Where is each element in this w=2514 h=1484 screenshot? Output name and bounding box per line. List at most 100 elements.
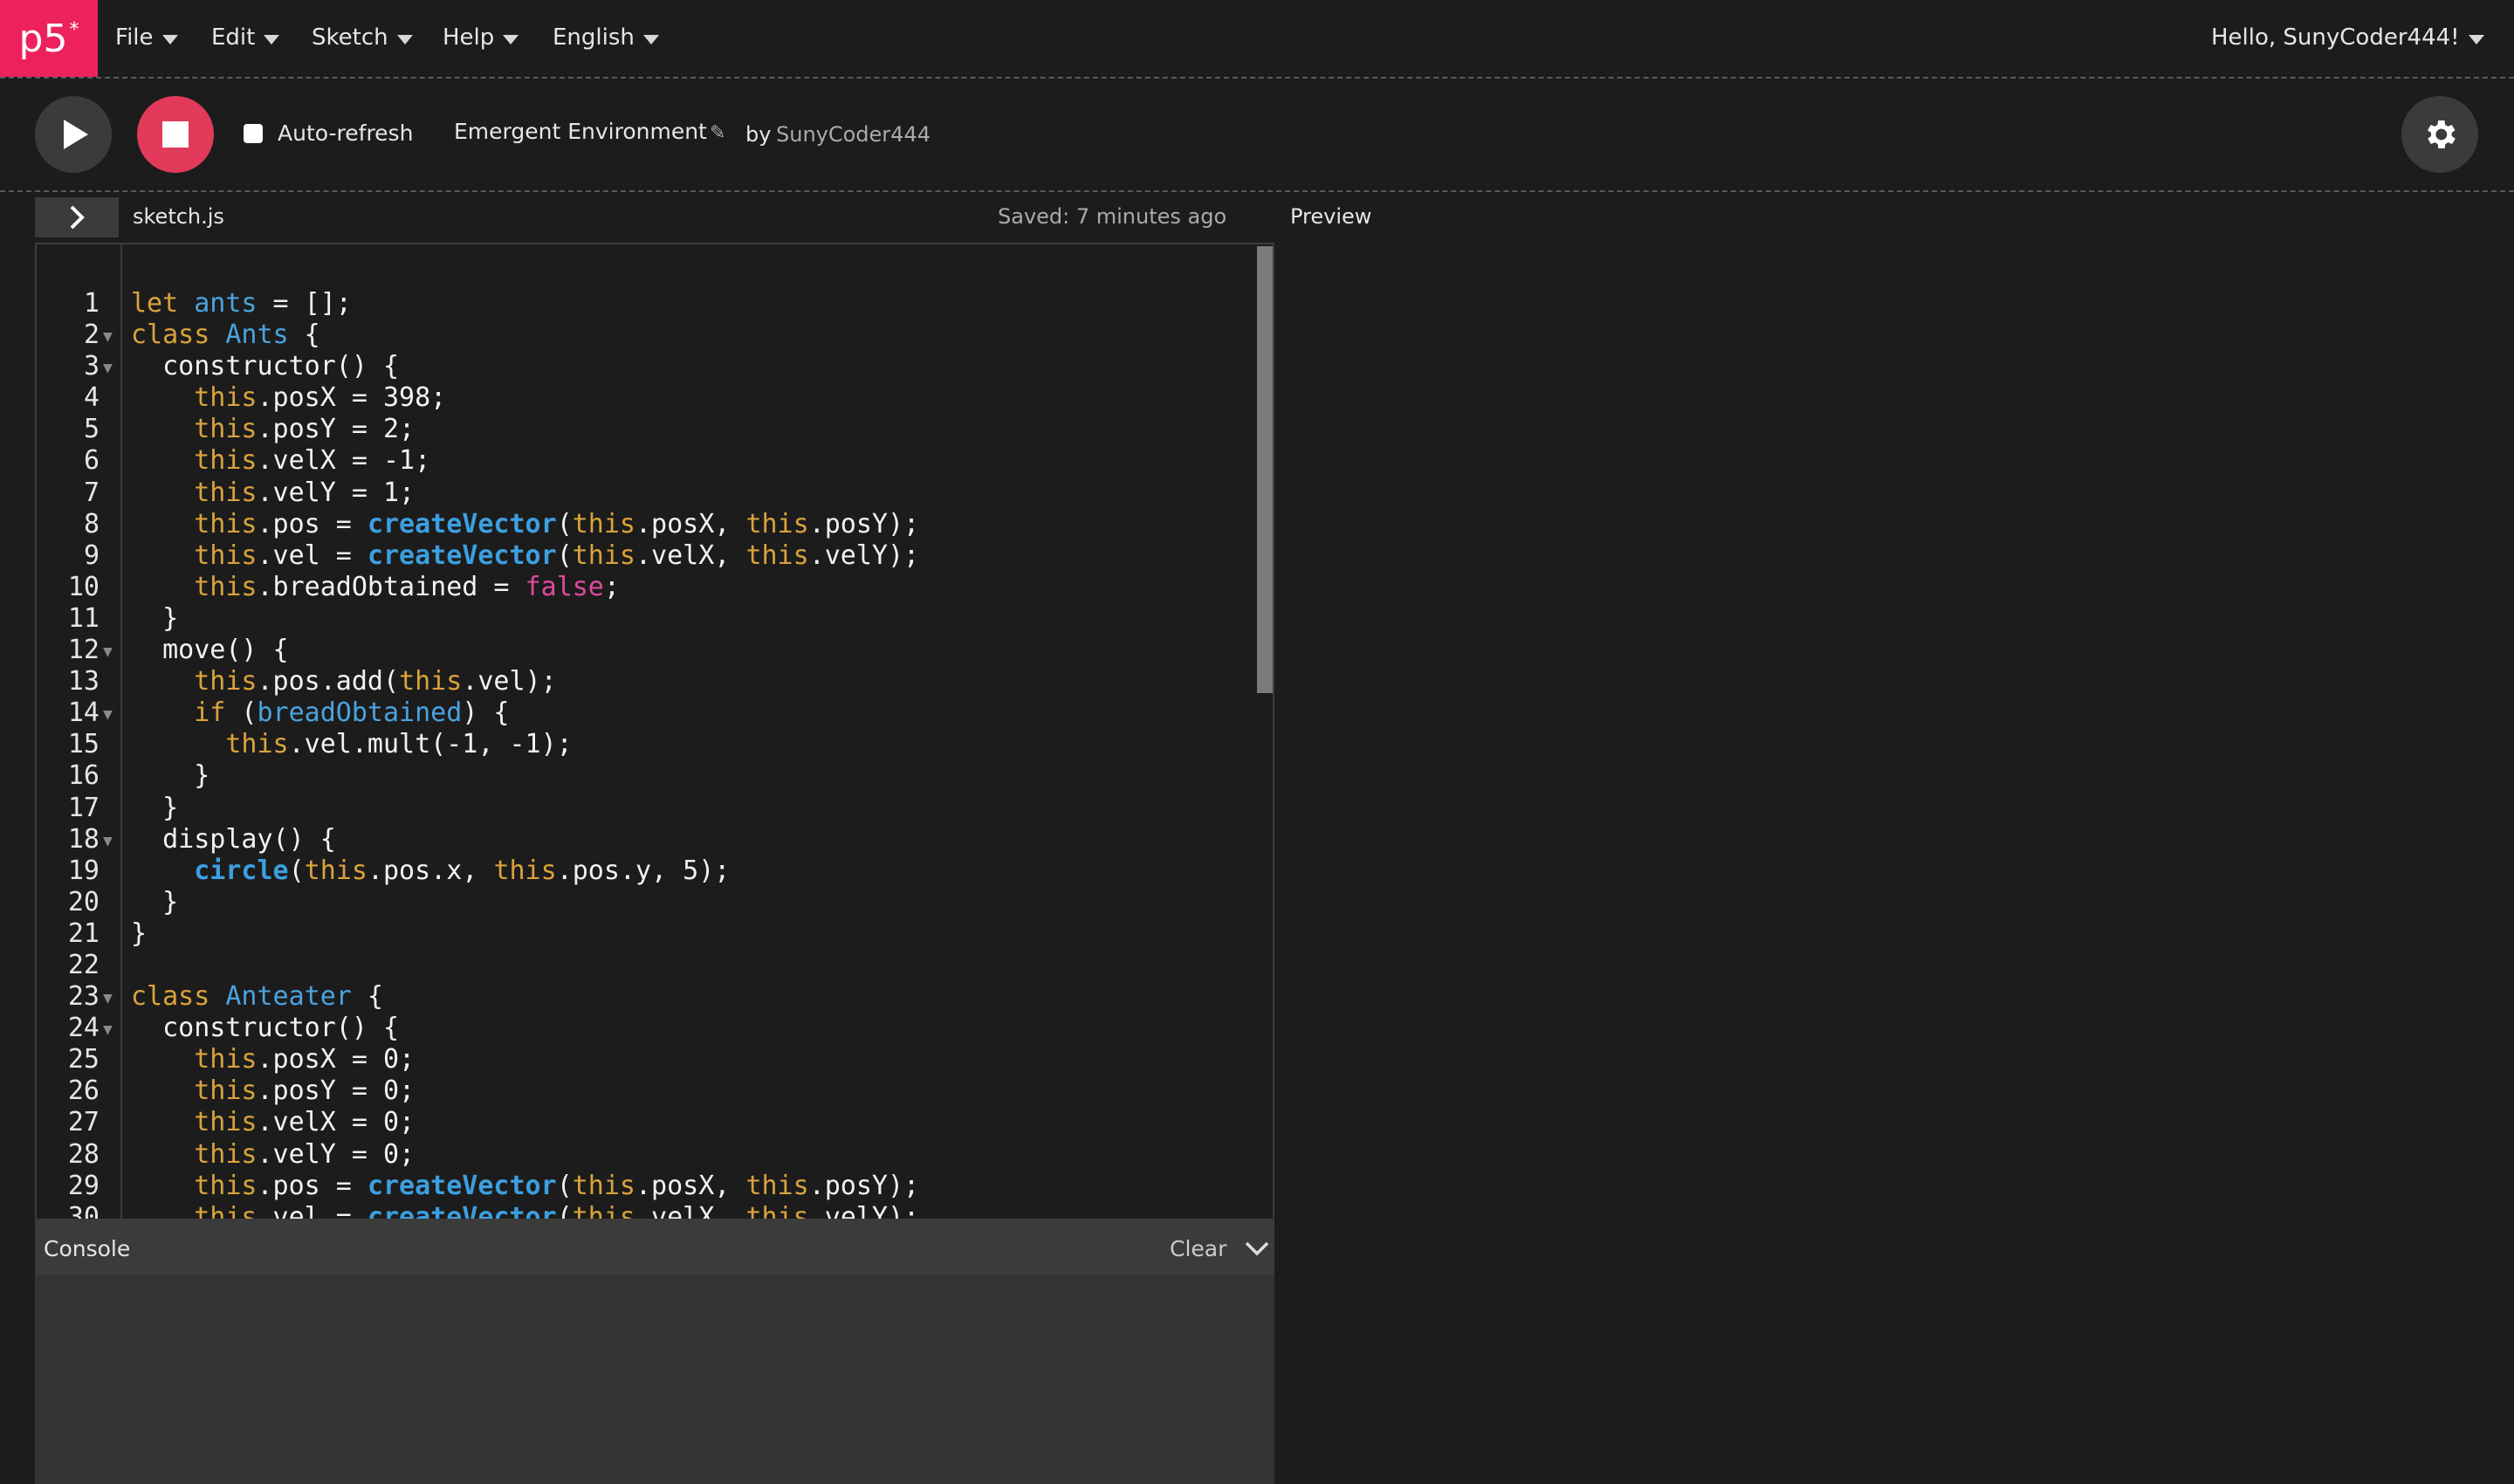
menu-file[interactable]: File bbox=[115, 24, 178, 51]
editor-scrollbar[interactable] bbox=[1257, 246, 1273, 693]
line-number: 24 bbox=[67, 1013, 100, 1044]
code-line[interactable]: 1 let ants = []; bbox=[37, 288, 1273, 319]
console-collapse-button[interactable] bbox=[1244, 1240, 1270, 1261]
code-line[interactable]: 30 this.vel = createVector(this.velX, th… bbox=[37, 1201, 1273, 1220]
menu-sketch[interactable]: Sketch bbox=[312, 24, 413, 51]
code-text: } bbox=[131, 917, 148, 949]
top-nav: p5 * File Edit Sketch Help English Hello,… bbox=[0, 0, 2514, 79]
code-line[interactable]: 9 this.vel = createVector(this.velX, thi… bbox=[37, 540, 1273, 572]
fold-arrow-icon[interactable]: ▼ bbox=[103, 983, 113, 1014]
code-line[interactable]: 6 this.velX = -1; bbox=[37, 445, 1273, 477]
menu-edit-label: Edit bbox=[211, 24, 256, 51]
code-line[interactable]: 28 this.velY = 0; bbox=[37, 1139, 1273, 1171]
code-line[interactable]: 11 } bbox=[37, 603, 1273, 635]
code-line[interactable]: 13 this.pos.add(this.vel); bbox=[37, 666, 1273, 697]
caret-down-icon bbox=[503, 34, 519, 45]
code-line[interactable]: 10 this.breadObtained = false; bbox=[37, 572, 1273, 603]
code-line[interactable]: 5 this.posY = 2; bbox=[37, 414, 1273, 445]
caret-down-icon bbox=[2468, 34, 2484, 45]
code-line[interactable]: 7 this.velY = 1; bbox=[37, 477, 1273, 509]
code-line[interactable]: 29 this.pos = createVector(this.posX, th… bbox=[37, 1171, 1273, 1202]
line-number: 5 bbox=[83, 414, 100, 445]
code-text: this.breadObtained = false; bbox=[194, 571, 620, 602]
code-line[interactable]: 14 ▼ if (breadObtained) { bbox=[37, 697, 1273, 729]
auto-refresh-label[interactable]: Auto-refresh bbox=[278, 120, 413, 146]
code-line[interactable]: 27 this.velX = 0; bbox=[37, 1107, 1273, 1138]
code-text: } bbox=[131, 602, 179, 634]
menu-help-label: Help bbox=[443, 24, 495, 51]
fold-arrow-icon[interactable]: ▼ bbox=[103, 321, 113, 353]
code-line[interactable]: 12 ▼ move() { bbox=[37, 635, 1273, 666]
code-line[interactable]: 20 } bbox=[37, 887, 1273, 918]
code-line[interactable]: 21} bbox=[37, 918, 1273, 950]
pencil-icon[interactable]: ✎ bbox=[710, 122, 725, 144]
code-line[interactable]: 16 } bbox=[37, 760, 1273, 792]
author-link[interactable]: SunyCoder444 bbox=[776, 122, 931, 147]
code-text: circle(this.pos.x, this.pos.y, 5); bbox=[194, 855, 731, 886]
caret-down-icon bbox=[642, 34, 659, 45]
code-line[interactable]: 19 circle(this.pos.x, this.pos.y, 5); bbox=[37, 855, 1273, 887]
code-text: this.posY = 0; bbox=[194, 1075, 416, 1107]
chevron-down-icon bbox=[1245, 1241, 1269, 1256]
file-tab[interactable]: sketch.js bbox=[133, 204, 224, 229]
preview-label: Preview bbox=[1290, 204, 1372, 229]
line-number: 14 bbox=[67, 697, 100, 729]
line-number: 19 bbox=[67, 855, 100, 886]
code-editor[interactable]: 1 let ants = []; 2 ▼ class Ants {3 ▼ construc… bbox=[35, 243, 1274, 1220]
play-button[interactable] bbox=[35, 96, 112, 173]
line-number: 25 bbox=[67, 1044, 100, 1075]
code-lines: 1 let ants = []; 2 ▼ class Ants {3 ▼ construc… bbox=[37, 288, 1273, 1220]
menu-language[interactable]: English bbox=[553, 24, 659, 51]
line-number: 26 bbox=[67, 1075, 100, 1107]
code-text: this.velY = 0; bbox=[194, 1138, 416, 1170]
line-number: 30 bbox=[67, 1201, 100, 1220]
p5-logo[interactable]: p5 * bbox=[0, 0, 98, 77]
stop-button[interactable] bbox=[137, 96, 214, 173]
code-line[interactable]: 24 ▼ constructor() { bbox=[37, 1013, 1273, 1044]
chevron-right-icon bbox=[70, 205, 85, 230]
code-text: this.velX = 0; bbox=[194, 1107, 416, 1138]
fold-arrow-icon[interactable]: ▼ bbox=[103, 1014, 113, 1046]
line-number: 22 bbox=[67, 949, 100, 980]
code-line[interactable]: 15 this.vel.mult(-1, -1); bbox=[37, 729, 1273, 760]
line-number: 13 bbox=[67, 666, 100, 697]
code-text: } bbox=[131, 886, 179, 917]
code-line[interactable]: 18 ▼ display() { bbox=[37, 824, 1273, 855]
code-line[interactable]: 25 this.posX = 0; bbox=[37, 1044, 1273, 1075]
code-line[interactable]: 2 ▼ class Ants { bbox=[37, 319, 1273, 351]
code-line[interactable]: 23 ▼ class Anteater { bbox=[37, 981, 1273, 1013]
by-label: by bbox=[745, 122, 772, 147]
line-number: 10 bbox=[67, 571, 100, 602]
console-clear-button[interactable]: Clear bbox=[1170, 1236, 1226, 1261]
code-line[interactable]: 4 this.posX = 398; bbox=[37, 382, 1273, 414]
code-line[interactable]: 3 ▼ constructor() { bbox=[37, 351, 1273, 382]
menu-edit[interactable]: Edit bbox=[211, 24, 280, 51]
fold-arrow-icon[interactable]: ▼ bbox=[103, 353, 113, 384]
code-line[interactable]: 8 this.pos = createVector(this.posX, thi… bbox=[37, 509, 1273, 540]
user-greeting: Hello, SunyCoder444! bbox=[2211, 24, 2460, 51]
fold-arrow-icon[interactable]: ▼ bbox=[103, 636, 113, 668]
code-text: this.posX = 0; bbox=[194, 1044, 416, 1075]
code-text: } bbox=[131, 792, 179, 823]
code-text: constructor() { bbox=[131, 351, 400, 382]
code-line[interactable]: 26 this.posY = 0; bbox=[37, 1075, 1273, 1107]
code-text: this.pos.add(this.vel); bbox=[194, 666, 557, 697]
auto-refresh-checkbox[interactable] bbox=[244, 124, 263, 143]
code-text: this.pos = createVector(this.posX, this.… bbox=[194, 508, 920, 539]
line-number: 23 bbox=[67, 981, 100, 1013]
code-text: display() { bbox=[131, 823, 336, 855]
code-line[interactable]: 17 } bbox=[37, 793, 1273, 824]
settings-button[interactable] bbox=[2401, 96, 2478, 173]
menu-help[interactable]: Help bbox=[443, 24, 519, 51]
line-number: 8 bbox=[83, 508, 100, 539]
toggle-sidebar-button[interactable] bbox=[35, 197, 119, 237]
line-number: 3 bbox=[83, 351, 100, 382]
sketch-name[interactable]: Emergent Environment bbox=[454, 119, 707, 144]
code-text: this.posX = 398; bbox=[194, 382, 447, 414]
code-text: this.vel.mult(-1, -1); bbox=[225, 729, 573, 760]
fold-arrow-icon[interactable]: ▼ bbox=[103, 826, 113, 857]
line-number: 4 bbox=[83, 382, 100, 414]
code-line[interactable]: 22 bbox=[37, 950, 1273, 981]
user-menu[interactable]: Hello, SunyCoder444! bbox=[2211, 24, 2484, 51]
fold-arrow-icon[interactable]: ▼ bbox=[103, 699, 113, 731]
